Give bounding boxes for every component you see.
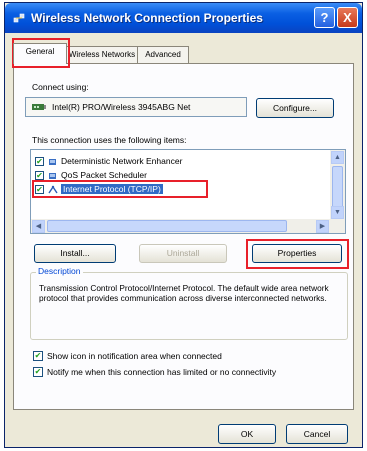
tab-general[interactable]: General xyxy=(13,43,67,64)
items-listbox[interactable]: ✔ Deterministic Network Enhancer ✔ QoS P… xyxy=(30,149,346,234)
uninstall-button[interactable]: Uninstall xyxy=(139,244,227,263)
network-service-icon xyxy=(49,159,56,165)
scroll-up-icon[interactable]: ▲ xyxy=(331,151,344,164)
items-list-label: This connection uses the following items… xyxy=(32,135,187,145)
network-service-icon xyxy=(49,173,56,179)
connect-using-label: Connect using: xyxy=(32,82,89,92)
list-item[interactable]: ✔ Internet Protocol (TCP/IP) xyxy=(35,183,323,197)
notify-label: Notify me when this connection has limit… xyxy=(47,367,277,377)
description-legend: Description xyxy=(36,266,83,276)
close-button[interactable]: X xyxy=(337,7,358,28)
scroll-right-icon[interactable]: ▶ xyxy=(316,220,329,233)
cancel-button[interactable]: Cancel xyxy=(286,424,348,444)
description-text: Transmission Control Protocol/Internet P… xyxy=(39,283,329,303)
ok-button[interactable]: OK xyxy=(218,424,276,444)
adapter-field: Intel(R) PRO/Wireless 3945ABG Net xyxy=(25,97,247,117)
notify-checkbox[interactable]: ✔ xyxy=(33,367,43,377)
item-checkbox[interactable]: ✔ xyxy=(35,157,44,166)
horizontal-scroll-thumb[interactable] xyxy=(47,220,287,232)
item-checkbox[interactable]: ✔ xyxy=(35,171,44,180)
configure-button[interactable]: Configure... xyxy=(256,98,334,118)
show-icon-label: Show icon in notification area when conn… xyxy=(47,351,222,361)
tab-advanced[interactable]: Advanced xyxy=(137,46,189,63)
list-item[interactable]: ✔ QoS Packet Scheduler xyxy=(35,169,323,183)
tab-wireless-networks[interactable]: Wireless Networks xyxy=(66,46,138,63)
item-checkbox[interactable]: ✔ xyxy=(35,185,44,194)
scroll-left-icon[interactable]: ◀ xyxy=(32,220,45,233)
protocol-icon xyxy=(48,185,58,194)
install-button[interactable]: Install... xyxy=(34,244,116,263)
help-button[interactable]: ? xyxy=(314,7,335,28)
adapter-name: Intel(R) PRO/Wireless 3945ABG Net xyxy=(52,102,191,112)
network-connection-icon xyxy=(13,13,25,23)
show-icon-checkbox[interactable]: ✔ xyxy=(33,351,43,361)
window-title: Wireless Network Connection Properties xyxy=(31,11,263,25)
vertical-scroll-thumb[interactable] xyxy=(332,166,343,210)
list-item[interactable]: ✔ Deterministic Network Enhancer xyxy=(35,155,323,169)
title-bar[interactable]: Wireless Network Connection Properties ?… xyxy=(5,3,362,33)
list-horizontal-scrollbar[interactable]: ◀ ▶ xyxy=(31,219,345,233)
item-label: Internet Protocol (TCP/IP) xyxy=(61,184,163,194)
scroll-down-icon[interactable]: ▼ xyxy=(331,206,344,219)
properties-button[interactable]: Properties xyxy=(252,244,342,263)
network-adapter-icon xyxy=(32,104,46,110)
item-label: Deterministic Network Enhancer xyxy=(61,156,183,166)
item-label: QoS Packet Scheduler xyxy=(61,170,147,180)
